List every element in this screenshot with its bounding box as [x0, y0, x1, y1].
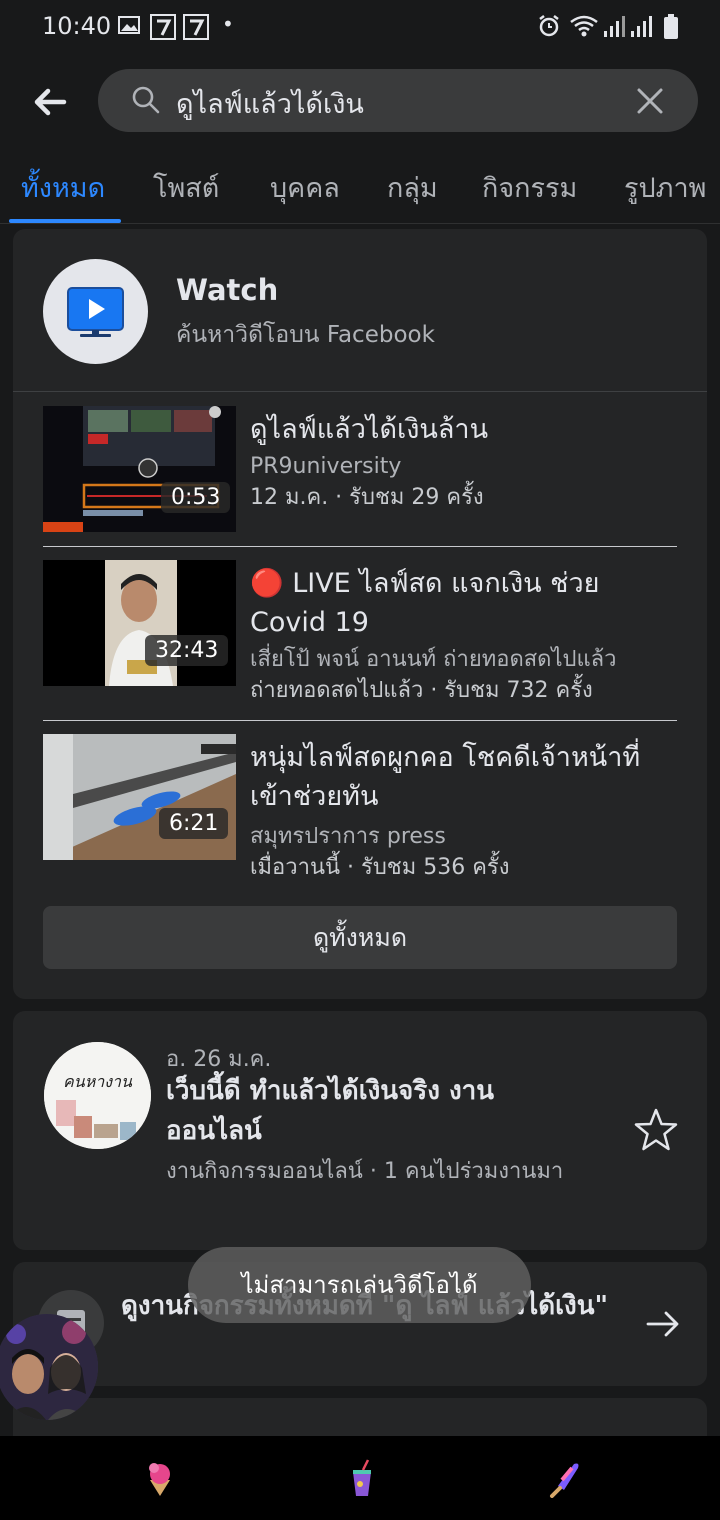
tab-events[interactable]: กิจกรรม [482, 166, 577, 209]
tab-all[interactable]: ทั้งหมด [21, 166, 105, 209]
video-result[interactable]: 6:21 หนุ่มไลฟ์สดผูกคอ โชคดีเจ้าหน้าที่เข… [43, 734, 677, 880]
video-title[interactable]: ดูไลฟ์แล้วได้เงินล้าน [250, 410, 670, 449]
seven-eleven-icon [150, 14, 176, 40]
tab-posts[interactable]: โพสต์ [153, 166, 219, 209]
search-filter-tabs: ทั้งหมด โพสต์ บุคคล กลุ่ม กิจกรรม รูปภาพ [0, 150, 720, 224]
video-thumbnail-image [43, 734, 236, 860]
toast-message: ไม่สามารถเล่นวิดีโอได้ [188, 1247, 531, 1323]
divider [43, 720, 677, 721]
alarm-icon [539, 15, 559, 37]
video-result[interactable]: 32:43 🔴 LIVE ไลฟ์สด แจกเงิน ช่วย Covid 1… [43, 560, 677, 703]
watch-tv-icon [67, 287, 124, 337]
popsicle-icon[interactable] [544, 1458, 584, 1498]
video-duration: 32:43 [145, 635, 229, 666]
chat-head-avatar[interactable] [0, 1314, 98, 1420]
watch-results-card: Watch ค้นหาวิดีโอบน Facebook 0:53 ดูไลฟ์… [13, 229, 707, 999]
watch-title[interactable]: Watch [176, 273, 278, 307]
ice-cream-icon[interactable] [140, 1458, 180, 1498]
video-duration: 6:21 [159, 808, 229, 839]
divider [13, 391, 707, 392]
watch-logo[interactable] [43, 259, 148, 364]
video-channel[interactable]: PR9university [250, 451, 401, 482]
watch-subtitle: ค้นหาวิดีโอบน Facebook [176, 322, 435, 348]
notification-dot: • [222, 12, 234, 36]
video-channel[interactable]: เสี่ยโป้ พจน์ อานนท์ ถ่ายทอดสดไปแล้ว [250, 644, 617, 675]
active-tab-indicator [9, 219, 121, 223]
video-thumbnail-image [43, 560, 236, 686]
video-result[interactable]: 0:53 ดูไลฟ์แล้วได้เงินล้าน PR9university… [43, 406, 677, 536]
video-title[interactable]: หนุ่มไลฟ์สดผูกคอ โชคดีเจ้าหน้าที่เข้าช่ว… [250, 738, 670, 816]
close-icon[interactable] [636, 87, 664, 115]
event-result-card[interactable]: คนหางาน อ. 26 ม.ค. เว็บนี้ดี ทำแล้วได้เง… [13, 1011, 707, 1250]
see-all-button[interactable]: ดูทั้งหมด [43, 906, 677, 969]
arrow-right-icon[interactable] [645, 1306, 681, 1342]
search-query: ดูไลฟ์แล้วได้เงิน [176, 89, 364, 120]
event-cover-graphic [44, 1042, 151, 1149]
seven-eleven-icon [183, 14, 209, 40]
signal-icon [604, 16, 625, 37]
event-title[interactable]: เว็บนี้ดี ทำแล้วได้เงินจริง งานออนไลน์ [166, 1071, 586, 1151]
video-title[interactable]: 🔴 LIVE ไลฟ์สด แจกเงิน ช่วย Covid 19 [250, 564, 670, 642]
video-meta: เมื่อวานนี้ · รับชม 536 ครั้ง [250, 855, 510, 880]
tab-photos[interactable]: รูปภาพ [624, 166, 706, 209]
chat-head-photo [0, 1314, 98, 1420]
tab-groups[interactable]: กลุ่ม [387, 166, 438, 209]
star-icon[interactable] [633, 1107, 679, 1153]
video-meta: ถ่ายทอดสดไปแล้ว · รับชม 732 ครั้ง [250, 678, 593, 703]
video-meta: 12 ม.ค. · รับชม 29 ครั้ง [250, 485, 484, 510]
divider [43, 546, 677, 547]
back-arrow-icon[interactable] [30, 82, 70, 122]
signal-icon [631, 16, 652, 37]
drink-cup-icon[interactable] [342, 1458, 382, 1498]
search-icon [132, 86, 160, 114]
tab-people[interactable]: บุคคล [270, 166, 340, 209]
battery-icon [664, 14, 678, 39]
bottom-navigation-bar [0, 1436, 720, 1520]
video-thumbnail-image [43, 406, 236, 532]
video-thumbnail[interactable]: 32:43 [43, 560, 236, 686]
event-cover-image[interactable]: คนหางาน [44, 1042, 151, 1149]
status-bar: 10:40 • [0, 0, 720, 56]
search-input[interactable]: ดูไลฟ์แล้วได้เงิน [98, 69, 698, 132]
video-duration: 0:53 [161, 482, 231, 513]
video-thumbnail[interactable]: 0:53 [43, 406, 236, 532]
video-channel[interactable]: สมุทรปราการ press [250, 821, 446, 852]
video-thumbnail[interactable]: 6:21 [43, 734, 236, 860]
gallery-icon [118, 16, 140, 34]
event-cover-text: คนหางาน [63, 1072, 132, 1091]
status-time: 10:40 [42, 12, 112, 40]
event-meta: งานกิจกรรมออนไลน์ · 1 คนไปร่วมงานมา [166, 1159, 564, 1184]
wifi-icon [570, 15, 598, 37]
